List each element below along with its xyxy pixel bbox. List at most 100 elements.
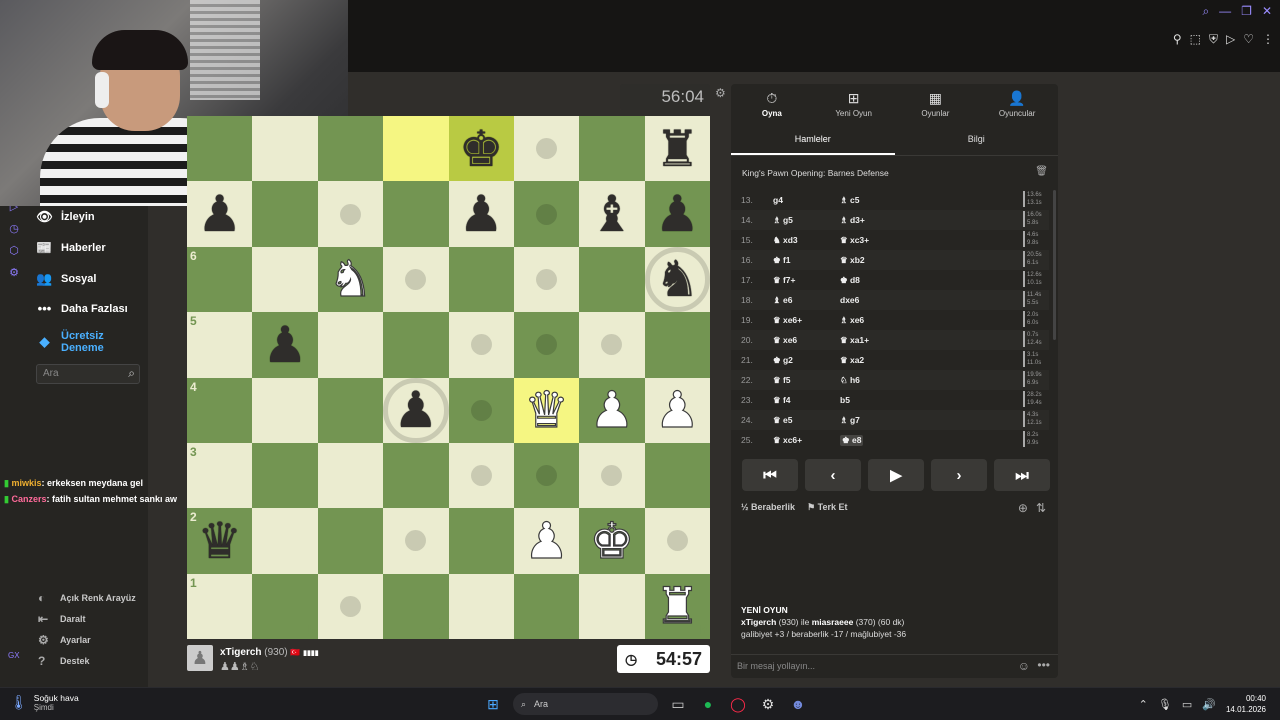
piece-c6[interactable]: ♞ — [318, 247, 383, 312]
square-h3[interactable] — [644, 442, 711, 509]
spotify-icon[interactable]: ● — [698, 694, 718, 714]
black-move[interactable]: b5 — [840, 395, 850, 405]
white-player[interactable]: xTigerch — [741, 617, 776, 627]
settings-button[interactable]: ⚙ Ayarlar — [38, 633, 91, 647]
sidebar-item-watch[interactable]: 👁 İzleyin — [36, 208, 94, 225]
restore-icon[interactable]: ❐ — [1241, 4, 1252, 19]
white-move[interactable]: ♚ f1 — [773, 255, 791, 266]
flip-board-icon[interactable]: ⇅ — [1036, 501, 1046, 515]
white-move[interactable]: ♞ xd3 — [773, 235, 798, 246]
black-move[interactable]: ♛ xc3+ — [840, 235, 869, 246]
piece-h6[interactable]: ♞ — [645, 247, 710, 312]
volume-icon[interactable]: 🔊 — [1202, 698, 1216, 711]
square-g8[interactable] — [579, 116, 645, 182]
settings-icon[interactable]: ⚙ — [9, 266, 19, 279]
emoji-icon[interactable]: ☺ — [1018, 659, 1030, 673]
square-a8[interactable] — [187, 116, 253, 182]
square-b4[interactable] — [252, 377, 318, 443]
square-c5[interactable] — [317, 312, 384, 378]
tab-players[interactable]: 👤 Oyuncular — [976, 84, 1058, 124]
piece-g4[interactable]: ♟ — [579, 378, 644, 443]
black-move[interactable]: ♗ g7 — [840, 415, 860, 426]
tab-play[interactable]: ⏱ Oyna — [731, 84, 813, 124]
analysis-icon[interactable]: ⊕ — [1018, 501, 1028, 515]
opening-name[interactable]: King's Pawn Opening: Barnes Defense — [742, 168, 889, 178]
chat-username[interactable]: Canzers — [11, 494, 46, 504]
sidebar-item-more[interactable]: ••• Daha Fazlası — [36, 300, 128, 317]
network-icon[interactable]: ▭ — [1182, 698, 1192, 711]
square-d5[interactable] — [383, 312, 449, 378]
black-move[interactable]: ♛ xa1+ — [840, 335, 869, 346]
steam-icon[interactable]: ⚙ — [758, 694, 778, 714]
collapse-button[interactable]: ⇤ Daralt — [38, 612, 86, 626]
free-trial-link[interactable]: ◆ Ücretsiz Deneme — [36, 330, 131, 354]
square-b2[interactable] — [252, 508, 318, 574]
move-hint-f3[interactable] — [536, 465, 558, 487]
square-c4[interactable] — [317, 377, 384, 443]
task-view-icon[interactable]: ▭ — [668, 694, 688, 714]
previous-move-button[interactable]: ‹ — [805, 459, 861, 491]
search-icon[interactable]: ⌕ — [128, 366, 135, 381]
square-b7[interactable] — [252, 181, 318, 247]
white-move[interactable]: ♛ f7+ — [773, 275, 796, 286]
piece-b5[interactable]: ♟ — [252, 312, 317, 377]
move-hint-e5[interactable] — [470, 334, 492, 356]
taskbar-search[interactable]: ⌕ Ara — [513, 693, 658, 715]
black-move[interactable]: ♛ xb2 — [840, 255, 865, 266]
move-hint-f7[interactable] — [536, 203, 558, 225]
board-settings-icon[interactable]: ⚙ — [715, 86, 726, 100]
sidebar-item-news[interactable]: 📰 Haberler — [36, 239, 105, 256]
sidebar-item-social[interactable]: 👥 Sosyal — [36, 270, 96, 287]
white-move[interactable]: ♛ e5 — [773, 415, 792, 426]
play-button[interactable]: ▶ — [868, 459, 924, 491]
draw-button[interactable]: ½ Beraberlik — [741, 502, 795, 513]
support-button[interactable]: ? Destek — [38, 654, 90, 668]
move-hint-e3[interactable] — [470, 465, 492, 487]
square-e6[interactable] — [448, 246, 514, 313]
avatar[interactable]: ♟ — [187, 645, 213, 671]
tab-games[interactable]: ▦ Oyunlar — [895, 84, 977, 124]
resign-button[interactable]: ⚑ Terk Et — [807, 502, 847, 513]
square-b6[interactable] — [252, 246, 318, 313]
piece-f2[interactable]: ♟ — [514, 508, 579, 573]
black-move[interactable]: ♚ e8 — [840, 435, 864, 446]
shield-icon[interactable]: ⛨ — [1209, 32, 1218, 47]
last-move-button[interactable]: ⏭ — [994, 459, 1050, 491]
square-d8[interactable] — [383, 116, 449, 182]
square-g6[interactable] — [579, 246, 645, 313]
search-icon[interactable]: ⌕ — [1202, 4, 1209, 19]
first-move-button[interactable]: ⏮ — [742, 459, 798, 491]
square-c8[interactable] — [317, 116, 384, 182]
next-move-button[interactable]: › — [931, 459, 987, 491]
extensions-icon[interactable]: ⬡ — [9, 244, 19, 257]
minimize-icon[interactable]: — — [1219, 4, 1231, 19]
weather-widget[interactable]: 🌡 Soğuk hava Şimdi — [10, 693, 79, 712]
heart-icon[interactable]: ♡ — [1243, 32, 1254, 47]
black-player[interactable]: miasraeee — [812, 617, 854, 627]
white-move[interactable]: ♛ f4 — [773, 395, 791, 406]
move-hint-f6[interactable] — [536, 268, 558, 290]
black-move[interactable]: ♗ c5 — [840, 195, 859, 206]
opera-gx-icon[interactable]: ◯ — [728, 694, 748, 714]
black-move[interactable]: ♛ xa2 — [840, 355, 864, 366]
square-d7[interactable] — [383, 181, 449, 247]
move-list-scrollbar[interactable] — [1053, 190, 1056, 340]
discord-icon[interactable]: ☻ — [788, 694, 808, 714]
microphone-icon[interactable]: 🎙 — [1158, 698, 1172, 711]
subtab-moves[interactable]: Hamleler — [731, 130, 895, 155]
piece-h7[interactable]: ♟ — [645, 181, 710, 246]
white-move[interactable]: ♗ g5 — [773, 215, 793, 226]
sidebar-search-input[interactable]: Ara ⌕ — [36, 364, 140, 384]
subtab-info[interactable]: Bilgi — [895, 130, 1059, 155]
player-name[interactable]: xTigerch — [220, 647, 262, 658]
move-hint-c1[interactable] — [339, 595, 361, 617]
black-move[interactable]: ♚ d8 — [840, 275, 860, 286]
piece-g2[interactable]: ♚ — [579, 508, 644, 573]
square-e2[interactable] — [448, 508, 514, 574]
white-move[interactable]: ♛ xc6+ — [773, 435, 802, 446]
white-move[interactable]: ♛ f5 — [773, 375, 791, 386]
play-icon[interactable]: ▷ — [1226, 32, 1235, 47]
square-b3[interactable] — [252, 442, 318, 509]
white-move[interactable]: ♛ xe6 — [773, 335, 797, 346]
square-c2[interactable] — [317, 508, 384, 574]
